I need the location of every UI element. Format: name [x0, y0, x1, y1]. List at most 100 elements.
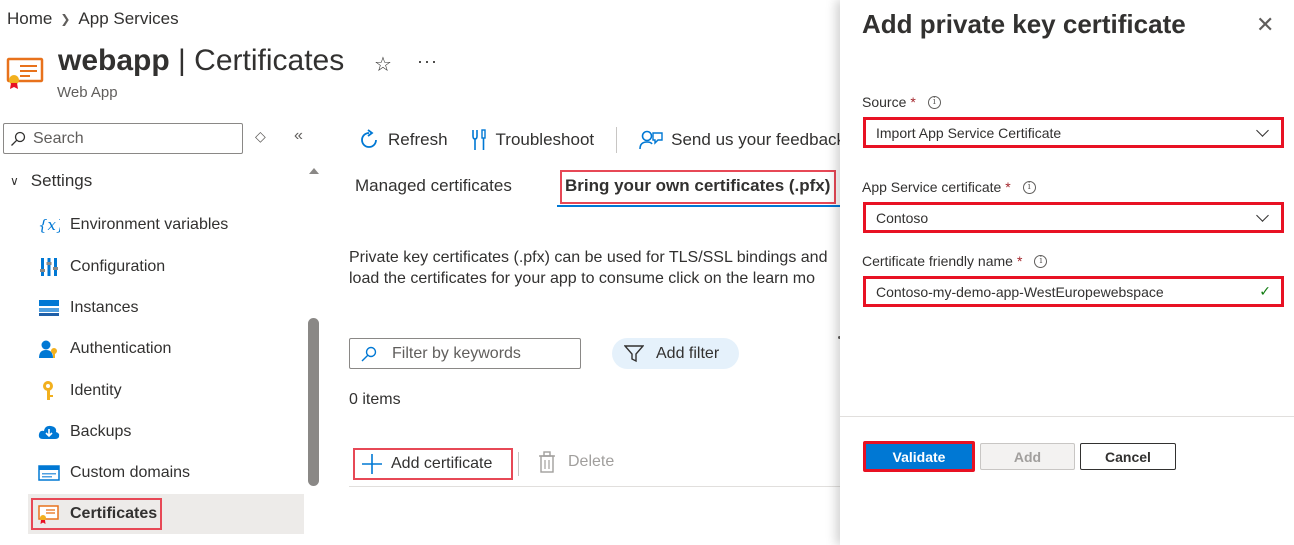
- toolbar-divider: [616, 127, 618, 153]
- required-asterisk: *: [910, 94, 916, 110]
- page-subtitle: Web App: [57, 84, 118, 101]
- troubleshoot-icon: [471, 129, 486, 150]
- collapse-sidebar-icon[interactable]: «: [294, 127, 303, 145]
- sidebar-item-identity[interactable]: Identity: [36, 371, 304, 411]
- info-icon[interactable]: i: [1022, 180, 1036, 194]
- chevron-right-icon: ❯: [60, 12, 71, 26]
- label-text: Source: [862, 94, 907, 110]
- sidebar-item-label: Instances: [70, 299, 139, 316]
- sidebar-item-authentication[interactable]: Authentication: [36, 329, 304, 369]
- required-asterisk: *: [1016, 253, 1023, 269]
- app-service-certificate-selected-value: Contoso: [876, 209, 929, 226]
- delete-label: Delete: [568, 453, 615, 470]
- friendly-name-input[interactable]: Contoso-my-demo-app-WestEuropewebspace ✓: [863, 276, 1284, 307]
- breadcrumb-app-services[interactable]: App Services: [78, 9, 178, 29]
- app-service-certificate-dropdown[interactable]: Contoso: [863, 202, 1284, 233]
- description-line: load the certificates for your app to co…: [349, 270, 816, 287]
- variable-icon: {x}: [38, 214, 60, 236]
- troubleshoot-button[interactable]: Troubleshoot: [470, 129, 595, 151]
- search-placeholder: Search: [33, 129, 84, 147]
- configuration-icon: [38, 256, 60, 278]
- add-filter-button[interactable]: Add filter: [612, 338, 739, 369]
- sidebar-scrollbar-thumb[interactable]: [308, 318, 319, 486]
- feedback-icon: [639, 130, 663, 150]
- info-icon[interactable]: i: [1034, 254, 1048, 268]
- svg-text:{x}: {x}: [38, 216, 60, 234]
- items-count: 0 items: [349, 391, 401, 408]
- sidebar-item-label: Backups: [70, 423, 132, 440]
- scroll-up-arrow-icon[interactable]: [309, 168, 319, 174]
- search-icon: [11, 131, 26, 146]
- add-certificate-label: Add certificate: [391, 455, 493, 472]
- sidebar-item-label: Custom domains: [70, 464, 191, 481]
- add-filter-label: Add filter: [656, 344, 720, 362]
- more-options-icon[interactable]: ···: [417, 51, 438, 72]
- backups-icon: [38, 421, 60, 443]
- delete-button[interactable]: Delete: [538, 451, 614, 473]
- search-icon: [361, 346, 377, 361]
- highlight-outline: [31, 498, 162, 530]
- troubleshoot-label: Troubleshoot: [495, 130, 595, 149]
- add-certificate-button[interactable]: Add certificate: [353, 448, 513, 480]
- table-divider: [349, 486, 840, 487]
- page-name: Certificates: [194, 44, 345, 77]
- panel-title: Add private key certificate: [862, 9, 1186, 39]
- checkmark-icon: ✓: [1259, 283, 1271, 299]
- command-bar: Refresh Troubleshoot Send us your feedba…: [358, 127, 867, 153]
- validate-button[interactable]: Validate: [863, 441, 975, 472]
- sidebar-group-settings[interactable]: ∨ Settings: [10, 171, 92, 191]
- filter-keywords-input[interactable]: Filter by keywords: [349, 338, 581, 369]
- sidebar-item-instances[interactable]: Instances: [36, 288, 304, 328]
- source-dropdown[interactable]: Import App Service Certificate: [863, 117, 1284, 148]
- custom-domains-icon: [38, 462, 60, 484]
- title-separator: |: [178, 44, 186, 77]
- feedback-label: Send us your feedback: [671, 130, 846, 149]
- sidebar-item-label: Environment variables: [70, 216, 229, 233]
- add-button[interactable]: Add: [980, 443, 1075, 470]
- page-description: Private key certificates (.pfx) can be u…: [349, 247, 841, 289]
- resource-name: webapp: [58, 44, 170, 77]
- source-label: Source * i: [862, 94, 941, 110]
- close-icon[interactable]: ✕: [1256, 12, 1274, 38]
- plus-icon: [362, 454, 382, 474]
- description-line: Private key certificates (.pfx) can be u…: [349, 249, 828, 266]
- tab-managed-certificates[interactable]: Managed certificates: [355, 176, 512, 196]
- sidebar-item-environment-variables[interactable]: {x} Environment variables: [36, 205, 304, 245]
- friendly-name-value: Contoso-my-demo-app-WestEuropewebspace: [876, 283, 1164, 300]
- instances-icon: [38, 297, 60, 319]
- expand-collapse-icon[interactable]: ◇: [255, 128, 266, 145]
- page-title: webapp | Certificates: [58, 44, 344, 78]
- footer-divider: [840, 416, 1294, 417]
- chevron-down-icon: [1256, 208, 1269, 222]
- refresh-icon: [361, 129, 377, 148]
- action-divider: [518, 452, 519, 476]
- favorite-star-icon[interactable]: ☆: [374, 52, 392, 77]
- cancel-button[interactable]: Cancel: [1080, 443, 1176, 470]
- highlight-outline: [560, 170, 836, 204]
- chevron-down-icon: ∨: [10, 174, 19, 188]
- breadcrumb-home[interactable]: Home: [7, 9, 52, 29]
- trash-icon: [539, 451, 555, 473]
- authentication-icon: [38, 338, 60, 360]
- identity-icon: [38, 380, 60, 402]
- sidebar-item-configuration[interactable]: Configuration: [36, 247, 304, 287]
- sidebar-item-backups[interactable]: Backups: [36, 412, 304, 452]
- chevron-down-icon: [1256, 123, 1269, 137]
- app-service-certificate-label: App Service certificate * i: [862, 179, 1036, 195]
- sidebar-item-label: Configuration: [70, 258, 166, 275]
- certificate-icon: [6, 56, 46, 90]
- friendly-name-label: Certificate friendly name * i: [862, 253, 1048, 269]
- active-tab-indicator: [557, 205, 840, 207]
- sidebar-search-input[interactable]: Search: [3, 123, 243, 154]
- refresh-label: Refresh: [388, 130, 448, 149]
- label-text: Certificate friendly name: [862, 253, 1013, 269]
- sidebar-item-custom-domains[interactable]: Custom domains: [36, 453, 304, 493]
- group-label: Settings: [30, 171, 93, 190]
- sidebar-item-label: Identity: [70, 382, 122, 399]
- breadcrumb: Home ❯ App Services: [7, 9, 179, 29]
- filter-icon: [624, 344, 644, 362]
- feedback-button[interactable]: Send us your feedback: [639, 129, 845, 151]
- sidebar-item-label: Authentication: [70, 340, 172, 357]
- info-icon[interactable]: i: [927, 95, 941, 109]
- refresh-button[interactable]: Refresh: [358, 129, 448, 151]
